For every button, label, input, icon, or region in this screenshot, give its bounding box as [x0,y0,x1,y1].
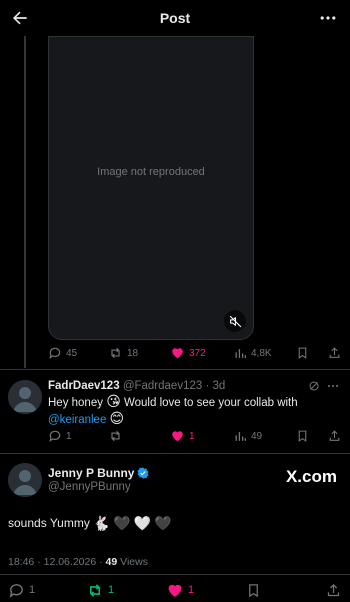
comment-icon [9,583,23,598]
main-post-action-bar: 45 18 372 4,8K [0,345,350,361]
smile-emoji: 😊 [109,410,125,426]
post-meta: 18:46 · 12.06.2026 · 49 Views [8,556,148,568]
grok-button[interactable] [308,380,320,392]
bookmark-icon [298,347,307,359]
thread-connector-line [24,36,26,368]
mute-button[interactable] [224,310,246,332]
meta-dot: · [99,556,103,568]
post-like-button[interactable]: 1 [166,581,194,599]
post-repost-button[interactable]: 1 [86,581,114,599]
views-label: Views [120,556,148,568]
black-heart-emoji: 🖤 [154,515,172,531]
white-heart-emoji: 🤍 [133,515,152,531]
post-share-button[interactable] [326,581,341,599]
media-placeholder-note: Image not reproduced [97,166,205,178]
verified-badge-icon [137,467,149,479]
comment-icon [49,347,61,360]
repost-icon [111,347,120,359]
reply-author-handle[interactable]: @Fadrdaev123 [123,380,202,392]
post-body: sounds Yummy 🐇 🖤 🤍 🖤 [8,516,172,530]
bookmark-icon [249,583,258,597]
share-icon [329,430,340,441]
post-reply-button[interactable]: 1 [8,581,35,599]
post-text: sounds Yummy [8,516,90,530]
repost-button[interactable]: 18 [108,345,138,361]
share-icon [327,583,340,596]
analytics-icon [235,431,247,441]
post-action-bar: 1 1 1 [0,581,350,599]
reply-header: FadrDaev123 @Fadrdaev123 · 3d [48,380,225,392]
kiss-emoji: 😘 [106,393,121,409]
reply-bookmark-button[interactable] [296,428,309,444]
post-repost-count: 1 [108,584,115,596]
page-title: Post [159,10,191,26]
divider [0,453,350,454]
reply-like-button[interactable]: 1 [170,428,195,444]
grok-icon [309,381,319,391]
repost-icon [111,430,120,442]
heart-icon [168,584,182,597]
author-avatar[interactable] [8,463,42,497]
x-com-watermark: X.com [285,467,337,486]
comment-icon [49,430,61,443]
views-count: 49 [105,556,118,568]
post-media-placeholder[interactable]: Image not reproduced [48,36,254,340]
bookmark-button[interactable] [296,345,309,361]
share-icon [329,347,340,358]
divider [0,574,350,575]
reply-body: Hey honey 😘 Would love to see your colla… [48,394,318,428]
reply-share-button[interactable] [328,428,341,444]
author-name-row[interactable]: Jenny P Bunny [48,466,149,480]
share-button[interactable] [328,345,341,361]
reply-reply-count: 1 [66,430,72,442]
meta-dot: · [37,556,41,568]
analytics-icon [235,348,247,358]
author-handle[interactable]: @JennyPBunny [48,481,131,493]
post-page: Post Image not reproduced 45 18 372 4,8K… [0,0,350,602]
reply-view-count: 49 [251,430,263,442]
more-horizontal-icon [320,16,336,20]
reply-count: 45 [66,347,78,359]
view-count: 4,8K [251,347,272,359]
reply-button[interactable]: 45 [48,345,77,361]
reply-author-name[interactable]: FadrDaev123 [48,380,120,392]
heart-icon [172,348,183,359]
repost-count: 18 [127,347,139,359]
repost-icon [89,583,101,597]
reply-text-mid: Would love to see your collab with [120,397,298,409]
reply-separator: · [205,380,210,392]
divider [0,369,350,370]
reply-action-bar: 1 1 49 [0,428,350,444]
post-time: 18:46 [8,556,35,568]
heart-icon [172,431,183,442]
rabbit-emoji: 🐇 [92,515,111,531]
avatar-placeholder-icon [8,463,42,497]
post-date: 12.06.2026 [43,556,97,568]
muted-speaker-icon [229,315,241,327]
views-button[interactable]: 4,8K [234,345,272,361]
author-name[interactable]: Jenny P Bunny [48,466,134,480]
reply-avatar[interactable] [8,380,42,414]
reply-more-button[interactable] [326,379,340,393]
avatar-placeholder-icon [8,380,42,414]
top-bar: Post [0,0,350,36]
post-bookmark-button[interactable] [246,581,261,599]
black-heart-emoji: 🖤 [113,515,131,531]
reply-like-count: 1 [189,430,195,442]
more-horizontal-icon [327,384,339,388]
post-reply-count: 1 [29,584,36,596]
reply-reply-button[interactable]: 1 [48,428,72,444]
reply-repost-button[interactable] [108,428,127,444]
like-button[interactable]: 372 [170,345,206,361]
reply-timestamp: 3d [212,380,226,392]
more-options-button[interactable] [318,8,338,28]
reply-text-start: Hey honey [48,397,107,409]
post-like-count: 1 [188,584,195,596]
bookmark-icon [298,430,307,442]
reply-views-button[interactable]: 49 [234,428,262,444]
mention-link[interactable]: @keiranlee [48,414,106,426]
like-count: 372 [189,347,206,359]
